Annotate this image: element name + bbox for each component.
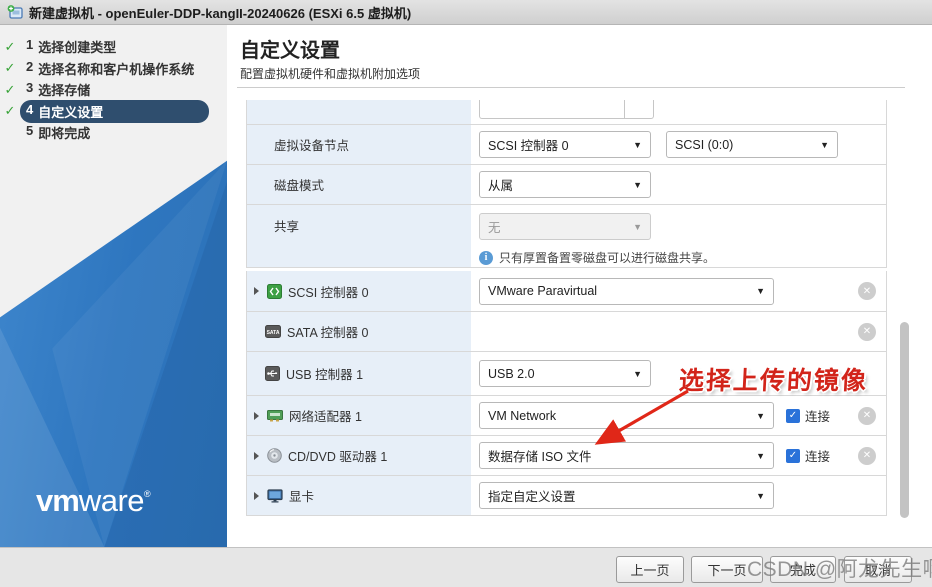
red-annotation-arrow: [594, 389, 689, 445]
table-row-network-adapter: 网络适配器 1 VM Network 连接: [247, 396, 886, 436]
chevron-down-icon: [750, 286, 765, 296]
step-label: 自定义设置: [38, 104, 104, 120]
table-row-video-card: 显卡 指定自定义设置: [247, 476, 886, 516]
connect-label: 连接: [805, 450, 831, 464]
wizard-content: 自定义设置 配置虚拟机硬件和虚拟机附加选项 虚拟设备节点 SCSI 控制器 0 …: [227, 25, 932, 547]
vertical-scrollbar[interactable]: [900, 322, 909, 518]
device-node-slot-select[interactable]: SCSI (0:0): [666, 131, 838, 158]
row-label: USB 控制器 1: [286, 368, 364, 382]
header-divider: [237, 87, 905, 88]
check-icon: ✓: [4, 81, 16, 97]
sharing-select: 无: [479, 213, 651, 240]
scsi-controller-select[interactable]: VMware Paravirtual: [479, 277, 774, 305]
network-connect-checkbox[interactable]: 连接: [786, 406, 830, 425]
red-annotation-text: 选择上传的镜像: [678, 366, 869, 395]
table-row-sata-controller: SATA SATA 控制器 0: [247, 312, 886, 352]
row-label: SCSI 控制器 0: [288, 285, 369, 300]
page-title: 自定义设置: [240, 40, 340, 62]
sidebar-step-storage[interactable]: ✓ 3 选择存储: [0, 79, 227, 101]
table-row-scsi-controller: SCSI 控制器 0 VMware Paravirtual: [247, 271, 886, 312]
vmware-logo: vmware®: [36, 483, 151, 518]
step-label: 选择名称和客户机操作系统: [38, 61, 195, 77]
sidebar-step-customize[interactable]: ✓ 4 自定义设置: [0, 99, 227, 123]
page-subtitle: 配置虚拟机硬件和虚拟机附加选项: [240, 67, 421, 81]
chevron-down-icon: [627, 369, 642, 379]
info-icon: [479, 250, 493, 265]
expand-arrow-icon[interactable]: [254, 451, 259, 460]
row-label: 共享: [274, 220, 300, 234]
window-titlebar: 新建虚拟机 - openEuler-DDP-kangII-20240626 (E…: [0, 0, 932, 25]
connect-label: 连接: [805, 410, 831, 424]
disk-size-input[interactable]: [479, 100, 654, 119]
usb-controller-icon: [265, 366, 280, 381]
svg-text:SATA: SATA: [267, 330, 280, 336]
remove-icon[interactable]: [858, 446, 876, 465]
check-icon: ✓: [4, 103, 16, 119]
remove-icon[interactable]: [858, 406, 876, 425]
chevron-down-icon: [627, 140, 642, 150]
chevron-down-icon: [627, 222, 642, 232]
sidebar-step-name-os[interactable]: ✓ 2 选择名称和客户机操作系统: [0, 58, 227, 80]
scsi-controller-icon: [267, 283, 282, 299]
table-row-disk-size-partial: [247, 100, 886, 125]
cd-dvd-icon: [267, 448, 282, 463]
chevron-down-icon: [627, 180, 642, 190]
prev-page-button[interactable]: 上一页: [616, 556, 684, 583]
table-row-cd-dvd-drive: CD/DVD 驱动器 1 数据存储 ISO 文件 连接: [247, 436, 886, 476]
csdn-watermark: CSDN @阿龙先生啊: [747, 558, 932, 581]
step-label: 即将完成: [38, 126, 91, 142]
sidebar-step-create-type[interactable]: ✓ 1 选择创建类型: [0, 36, 227, 58]
wizard-steps: ✓ 1 选择创建类型 ✓ 2 选择名称和客户机操作系统 ✓ 3 选择存储 ✓ 4 自定义…: [0, 36, 227, 144]
hardware-settings-table: 虚拟设备节点 SCSI 控制器 0 SCSI (0:0) 磁盘模式 从属: [246, 100, 887, 516]
row-label: SATA 控制器 0: [287, 326, 369, 340]
new-vm-icon: [7, 4, 23, 19]
remove-icon[interactable]: [858, 322, 876, 341]
table-row-disk-mode: 磁盘模式 从属: [247, 165, 886, 205]
remove-icon[interactable]: [858, 282, 876, 300]
expand-arrow-icon[interactable]: [254, 491, 259, 500]
row-label: 虚拟设备节点: [274, 139, 350, 153]
row-label: 磁盘模式: [274, 179, 325, 193]
video-card-icon: [267, 488, 283, 502]
row-label: 网络适配器 1: [289, 410, 362, 424]
row-label: CD/DVD 驱动器 1: [288, 450, 388, 464]
wizard-footer: 上一页 下一页 完成 取消 CSDN @阿龙先生啊: [0, 547, 932, 587]
disk-mode-select[interactable]: 从属: [479, 171, 651, 198]
checkbox-checked-icon: [786, 408, 800, 423]
step-label: 选择存储: [38, 83, 91, 99]
checkbox-checked-icon: [786, 448, 800, 463]
step-label: 选择创建类型: [38, 40, 117, 56]
table-row-device-node: 虚拟设备节点 SCSI 控制器 0 SCSI (0:0): [247, 125, 886, 165]
chevron-down-icon: [814, 140, 829, 150]
usb-version-select[interactable]: USB 2.0: [479, 360, 651, 387]
sidebar-step-ready[interactable]: ✓ 5即将完成: [0, 122, 227, 144]
table-row-sharing: 共享 无 只有厚置备置零磁盘可以进行磁盘共享。: [247, 205, 886, 268]
network-adapter-icon: [267, 409, 283, 421]
check-icon: ✓: [4, 38, 16, 54]
expand-arrow-icon[interactable]: [254, 411, 259, 420]
chevron-down-icon: [750, 451, 765, 461]
device-node-controller-select[interactable]: SCSI 控制器 0: [479, 131, 651, 158]
cd-connect-checkbox[interactable]: 连接: [786, 446, 830, 465]
check-icon: ✓: [4, 60, 16, 76]
sata-controller-icon: SATA: [265, 325, 281, 338]
row-label: 显卡: [289, 490, 315, 504]
chevron-down-icon: [750, 411, 765, 421]
expand-arrow-icon[interactable]: [254, 287, 259, 295]
video-settings-select[interactable]: 指定自定义设置: [479, 482, 774, 509]
sharing-info-text: 只有厚置备置零磁盘可以进行磁盘共享。: [499, 251, 716, 265]
window-title: 新建虚拟机 - openEuler-DDP-kangII-20240626 (E…: [29, 5, 412, 21]
chevron-down-icon: [750, 491, 765, 501]
wizard-sidebar: ✓ 1 选择创建类型 ✓ 2 选择名称和客户机操作系统 ✓ 3 选择存储 ✓ 4 自定义…: [0, 25, 227, 547]
